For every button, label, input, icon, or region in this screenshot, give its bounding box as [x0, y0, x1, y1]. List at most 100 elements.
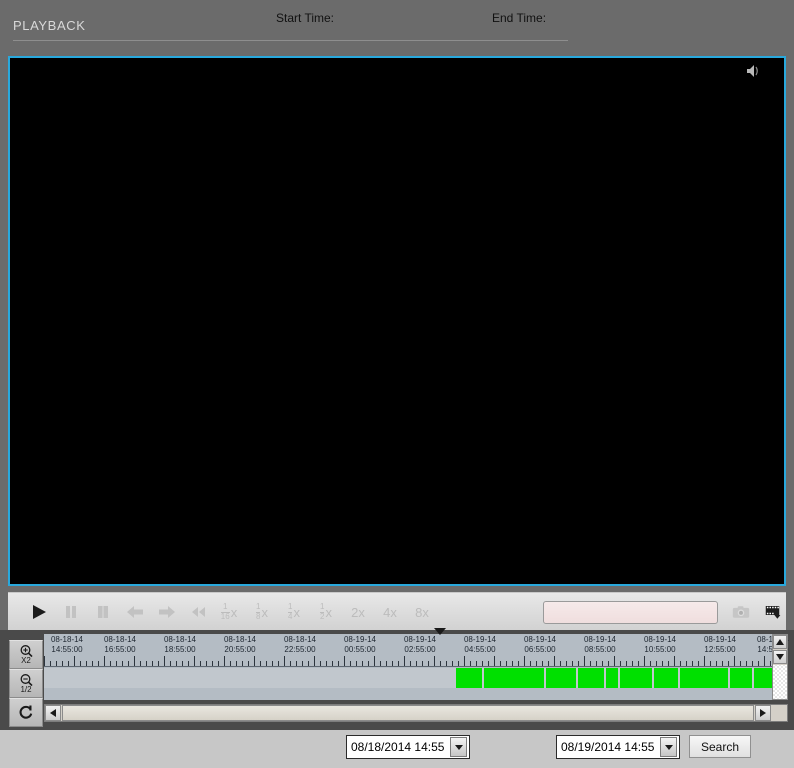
ruler-tick	[464, 656, 465, 666]
ruler-tick	[242, 661, 243, 666]
recording-segment[interactable]	[606, 668, 618, 688]
ruler-tick	[272, 661, 273, 666]
ruler-tick	[302, 661, 303, 666]
timeline-track-area[interactable]: 08-18-14 14:55:00 08-18-14 16:55:00 08-18-14…	[44, 628, 789, 700]
timeline-ruler-labels: 08-18-14 14:55:00 08-18-14 16:55:00 08-18-14…	[44, 634, 789, 656]
recording-segment[interactable]	[654, 668, 678, 688]
current-time-input[interactable]	[543, 601, 718, 624]
ruler-label: 08-19-14 00:55:00	[337, 635, 383, 655]
recording-segment[interactable]	[680, 668, 728, 688]
start-time-field[interactable]: 08/18/2014 14:55	[346, 735, 470, 759]
ruler-tick	[326, 661, 327, 666]
recording-segment[interactable]	[484, 668, 544, 688]
rewind-button[interactable]	[186, 593, 212, 631]
ruler-tick	[62, 661, 63, 666]
ruler-tick	[440, 661, 441, 666]
ruler-tick	[518, 661, 519, 666]
ruler-tick	[728, 661, 729, 666]
ruler-tick	[80, 661, 81, 666]
speaker-icon[interactable]	[744, 62, 762, 80]
ruler-tick	[98, 661, 99, 666]
chevron-down-icon[interactable]	[450, 737, 467, 757]
speed-1-2x-label: 1 2 x	[320, 602, 332, 621]
ruler-tick	[704, 656, 705, 666]
play-button[interactable]	[26, 593, 52, 631]
end-time-field[interactable]: 08/19/2014 14:55	[556, 735, 680, 759]
video-display-panel[interactable]	[8, 56, 786, 586]
recording-segment[interactable]	[730, 668, 752, 688]
ruler-tick	[176, 661, 177, 666]
timeline-horizontal-scrollbar[interactable]	[44, 704, 788, 722]
search-button[interactable]: Search	[689, 735, 751, 758]
ruler-tick	[182, 661, 183, 666]
ruler-tick	[404, 656, 405, 666]
step-forward-button[interactable]	[154, 593, 180, 631]
ruler-label-date: 08-19-14	[703, 635, 737, 644]
scroll-right-icon[interactable]	[755, 705, 771, 721]
step-back-button[interactable]	[122, 593, 148, 631]
ruler-tick	[524, 656, 525, 666]
recording-segment[interactable]	[620, 668, 652, 688]
ruler-tick	[554, 656, 555, 666]
ruler-tick	[530, 661, 531, 666]
ruler-tick	[140, 661, 141, 666]
ruler-label-date: 08-18-14	[283, 635, 317, 644]
snapshot-button[interactable]	[726, 598, 756, 626]
chevron-down-icon[interactable]	[660, 737, 677, 757]
recording-segment[interactable]	[754, 668, 772, 688]
ruler-tick	[734, 656, 735, 666]
timeline-zoom-out-button[interactable]: 1/2	[9, 669, 43, 698]
ruler-tick	[614, 656, 615, 666]
camera-icon	[732, 606, 750, 618]
ruler-label-time: 06:55:00	[524, 645, 556, 654]
stop-button[interactable]	[90, 593, 116, 631]
scroll-down-icon[interactable]	[773, 650, 787, 664]
ruler-tick	[656, 661, 657, 666]
ruler-tick	[194, 656, 195, 666]
step-forward-icon	[159, 606, 175, 618]
scroll-left-icon[interactable]	[45, 705, 61, 721]
speed-2x-button[interactable]: 2x	[344, 593, 372, 631]
timeline-vertical-scrollbar[interactable]	[772, 634, 788, 700]
speed-4x-button[interactable]: 4x	[376, 593, 404, 631]
speed-1-4x-button[interactable]: 1 4 x	[280, 593, 308, 631]
ruler-tick	[68, 661, 69, 666]
ruler-label-time: 02:55:00	[404, 645, 436, 654]
ruler-label-date: 08-19-14	[463, 635, 497, 644]
ruler-tick	[344, 656, 345, 666]
title-divider	[13, 40, 568, 41]
ruler-label-time: 20:55:00	[224, 645, 256, 654]
scroll-up-icon[interactable]	[773, 635, 787, 649]
speed-1-2x-button[interactable]: 1 2 x	[312, 593, 340, 631]
clip-download-button[interactable]	[759, 598, 789, 626]
ruler-tick	[572, 661, 573, 666]
ruler-tick	[758, 661, 759, 666]
recording-segment[interactable]	[456, 668, 482, 688]
speed-8x-button[interactable]: 8x	[408, 593, 436, 631]
pause-button[interactable]	[58, 593, 84, 631]
speed-1-8x-button[interactable]: 1 8 x	[248, 593, 276, 631]
ruler-label: 08-18-14 22:55:00	[277, 635, 323, 655]
ruler-tick	[488, 661, 489, 666]
ruler-tick	[392, 661, 393, 666]
ruler-tick	[500, 661, 501, 666]
ruler-tick	[134, 656, 135, 666]
vertical-scroll-track[interactable]	[773, 665, 787, 699]
recording-segment[interactable]	[578, 668, 604, 688]
timeline-refresh-button[interactable]	[9, 698, 43, 727]
ruler-tick	[536, 661, 537, 666]
ruler-tick	[608, 661, 609, 666]
ruler-label-time: 12:55:00	[704, 645, 736, 654]
speed-1-16x-button[interactable]: 1 16 x	[214, 593, 244, 631]
horizontal-scroll-thumb[interactable]	[62, 705, 754, 721]
ruler-tick	[680, 661, 681, 666]
ruler-label: 08-18-14 14:55:00	[44, 635, 90, 655]
ruler-tick	[662, 661, 663, 666]
ruler-tick	[200, 661, 201, 666]
recording-segment[interactable]	[546, 668, 576, 688]
ruler-tick	[620, 661, 621, 666]
ruler-tick	[212, 661, 213, 666]
start-time-label: Start Time:	[276, 11, 335, 25]
timeline-zoom-in-button[interactable]: X2	[9, 640, 43, 669]
recording-track-row[interactable]	[44, 668, 772, 688]
